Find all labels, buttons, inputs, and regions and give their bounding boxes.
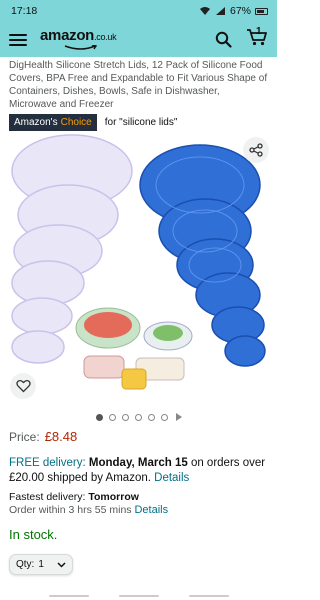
carousel-dot[interactable] — [160, 413, 168, 421]
quantity-label: Qty: — [16, 559, 35, 570]
quantity-value: 1 — [38, 559, 44, 570]
nav-gesture-bar — [0, 592, 277, 600]
battery-percent: 67% — [229, 5, 251, 17]
share-button[interactable] — [243, 137, 269, 163]
status-time: 17:18 — [11, 5, 38, 17]
status-icons: 67% — [199, 5, 268, 17]
cart-count: 1 — [256, 26, 262, 37]
order-within-details-link[interactable]: Details — [134, 504, 168, 516]
heart-icon — [15, 379, 31, 393]
battery-icon — [255, 7, 268, 15]
free-delivery-label: FREE delivery: — [9, 457, 86, 469]
product-image — [11, 134, 266, 390]
fastest-delivery: Fastest delivery: Tomorrow — [9, 490, 139, 505]
cart-button[interactable]: 1 — [246, 26, 268, 51]
logo-domain: .co.uk — [94, 32, 117, 42]
video-play-icon[interactable] — [175, 413, 182, 421]
image-carousel-dots — [0, 413, 277, 421]
wifi-icon — [199, 7, 210, 15]
product-image-gallery[interactable] — [0, 133, 277, 405]
carousel-dot[interactable] — [121, 413, 129, 421]
amazon-logo[interactable]: amazon.co.uk — [40, 27, 117, 51]
fastest-delivery-date: Tomorrow — [88, 491, 139, 503]
carousel-dot[interactable] — [108, 413, 116, 421]
carousel-dot[interactable] — [134, 413, 142, 421]
search-icon[interactable] — [215, 31, 232, 48]
amazons-choice-badge[interactable]: Amazon's Choice — [9, 113, 97, 131]
choice-keyword: for "silicone lids" — [104, 116, 178, 128]
fastest-delivery-label: Fastest delivery: — [9, 491, 86, 503]
price-value: £8.48 — [44, 429, 78, 444]
carousel-dot[interactable] — [147, 413, 155, 421]
logo-text: amazon — [40, 27, 95, 44]
chevron-down-icon — [57, 561, 66, 568]
carousel-dot[interactable] — [95, 413, 103, 421]
choice-prefix: Amazon's — [14, 116, 58, 128]
price-label: Price: — [9, 430, 40, 444]
status-bar: 17:18 67% — [0, 0, 277, 22]
product-title[interactable]: DigHealth Silicone Stretch Lids, 12 Pack… — [0, 57, 277, 112]
delivery-info: FREE delivery: Monday, March 15 on order… — [9, 456, 271, 486]
quantity-select[interactable]: Qty: 1 — [9, 554, 73, 575]
order-within: Order within 3 hrs 55 mins Details — [9, 504, 168, 516]
price-row: Price: £8.48 — [9, 429, 77, 444]
amazons-choice-row: Amazon's Choice for "silicone lids" — [0, 113, 277, 131]
share-icon — [249, 143, 263, 157]
app-header: amazon.co.uk 1 — [0, 22, 277, 57]
order-within-text: Order within 3 hrs 55 mins — [9, 504, 132, 516]
delivery-date: Monday, March 15 — [88, 457, 188, 469]
logo-smile-icon — [65, 45, 98, 50]
stock-status: In stock. — [9, 527, 58, 542]
delivery-details-link[interactable]: Details — [154, 472, 189, 484]
signal-icon — [215, 7, 225, 15]
choice-word: Choice — [60, 116, 92, 128]
wishlist-button[interactable] — [10, 373, 36, 399]
hamburger-menu-icon[interactable] — [9, 31, 27, 49]
